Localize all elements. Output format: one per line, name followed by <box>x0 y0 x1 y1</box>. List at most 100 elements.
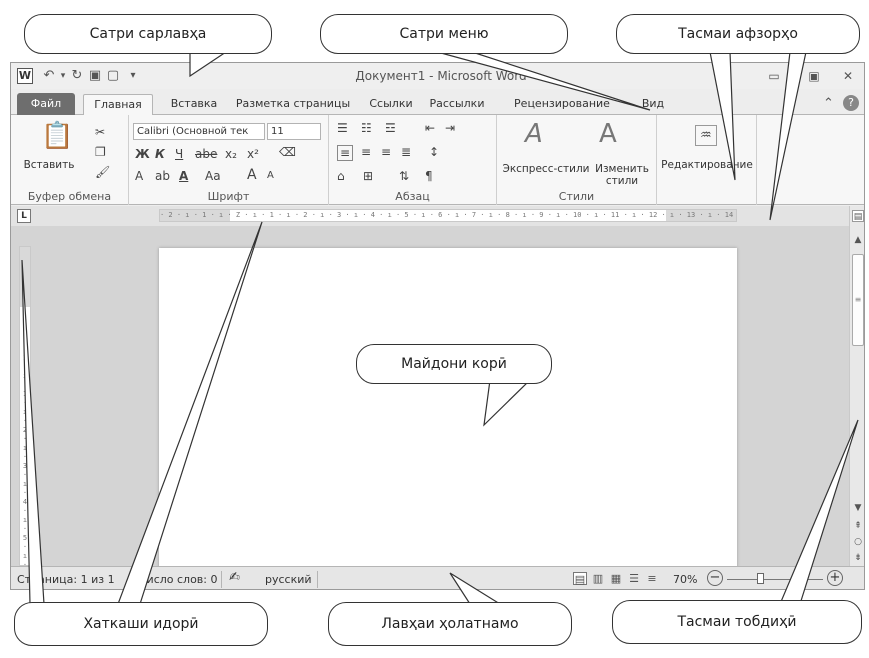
italic-button[interactable]: К <box>155 147 165 161</box>
justify-icon[interactable]: ≣ <box>401 145 411 159</box>
new-document-icon[interactable]: ▢ <box>105 68 121 84</box>
sort-icon[interactable]: ⇅ <box>399 169 409 183</box>
binoculars-icon[interactable]: ♒ <box>695 125 717 146</box>
zoom-slider[interactable] <box>727 579 823 580</box>
align-left-icon[interactable]: ≡ <box>337 145 354 161</box>
browse-object-icon[interactable]: ○ <box>852 536 864 548</box>
paste-button[interactable]: Вставить <box>21 159 77 171</box>
clear-formatting-icon[interactable]: ⌫ <box>279 145 296 159</box>
quick-styles-button[interactable]: Экспресс-стили <box>501 163 591 175</box>
tab-mailings[interactable]: Рассылки <box>425 94 489 116</box>
tab-view[interactable]: Вид <box>633 94 673 116</box>
font-group: Calibri (Основной тек 11 Ж К Ч abe x₂ x²… <box>129 115 329 205</box>
align-right-icon[interactable]: ≡ <box>381 145 391 159</box>
vertical-ruler[interactable]: ·2·ı·1·ı·1·ı·2·ı·3·ı·4·ı·5·ı·6·ı·7·ı·8· <box>19 246 31 566</box>
ruler-toggle-icon[interactable]: ▤ <box>852 210 864 222</box>
scroll-thumb[interactable]: ≡ <box>852 254 864 346</box>
font-size-combo[interactable]: 11 <box>267 123 321 140</box>
borders-icon[interactable]: ⊞ <box>363 169 373 183</box>
tab-home[interactable]: Главная <box>83 94 153 116</box>
save-icon[interactable]: ▣ <box>87 68 103 84</box>
increase-indent-icon[interactable]: ⇥ <box>445 121 455 135</box>
callout-toolbars: Тасмаи афзорҳо <box>616 14 860 54</box>
vruler-marks: ·2·ı·1·ı·1·ı·2·ı·3·ı·4·ı·5·ı·6·ı·7·ı·8· <box>22 309 28 566</box>
previous-page-icon[interactable]: ⇞ <box>852 520 864 532</box>
zoom-in-button[interactable]: + <box>827 570 843 586</box>
ruler-marks: · 2 · ı · 1 · ı · Z · ı · 1 · ı · 2 · ı … <box>160 211 736 219</box>
window-title: Документ1 - Microsoft Word <box>355 69 527 83</box>
styles-group-label: Стили <box>558 190 595 203</box>
change-styles-button-line1[interactable]: Изменить <box>591 163 653 175</box>
tab-references[interactable]: Ссылки <box>363 94 419 116</box>
line-spacing-icon[interactable]: ↕ <box>429 145 439 159</box>
font-color-icon[interactable]: A <box>179 169 188 183</box>
change-case-button[interactable]: Aa <box>205 169 221 183</box>
word-window: W ↶ ▾ ↻ ▣ ▢ ▾ Документ1 - Microsoft Word… <box>10 62 865 590</box>
show-formatting-button[interactable]: ¶ <box>425 169 433 183</box>
proofing-icon[interactable]: ✍ <box>229 570 240 585</box>
superscript-button[interactable]: x² <box>247 147 259 161</box>
document-workspace: ·2·ı·1·ı·1·ı·2·ı·3·ı·4·ı·5·ı·6·ı·7·ı·8· <box>11 226 849 566</box>
tab-review[interactable]: Рецензирование <box>503 94 621 116</box>
outline-icon[interactable]: ☰ <box>627 572 641 585</box>
print-layout-icon[interactable]: ▤ <box>573 572 587 586</box>
full-screen-reading-icon[interactable]: ▥ <box>591 572 605 585</box>
scroll-down-icon[interactable]: ▼ <box>852 502 864 514</box>
title-bar: W ↶ ▾ ↻ ▣ ▢ ▾ Документ1 - Microsoft Word… <box>11 63 864 89</box>
redo-icon[interactable]: ↻ <box>69 68 85 84</box>
text-effects-icon[interactable]: A <box>135 169 143 183</box>
word-count[interactable]: Число слов: 0 <box>139 573 218 586</box>
change-styles-icon[interactable]: A <box>599 119 617 149</box>
document-page[interactable] <box>159 248 737 566</box>
zoom-level[interactable]: 70% <box>673 573 697 586</box>
close-icon[interactable]: ✕ <box>837 67 859 85</box>
numbering-icon[interactable]: ☷ <box>361 121 372 135</box>
status-separator <box>133 571 134 588</box>
tab-selector[interactable]: L <box>17 209 31 223</box>
callout-scroll-bar: Тасмаи тобдиҳӣ <box>612 600 862 644</box>
decrease-indent-icon[interactable]: ⇤ <box>425 121 435 135</box>
horizontal-ruler[interactable]: · 2 · ı · 1 · ı · Z · ı · 1 · ı · 2 · ı … <box>159 209 737 222</box>
scroll-up-icon[interactable]: ▲ <box>852 234 864 246</box>
web-layout-icon[interactable]: ▦ <box>609 572 623 585</box>
quick-styles-icon[interactable]: A <box>525 119 543 149</box>
customize-toolbar-icon[interactable]: ▾ <box>125 68 141 84</box>
copy-icon[interactable]: ❐ <box>95 145 106 159</box>
align-center-icon[interactable]: ≡ <box>361 145 371 159</box>
bullets-icon[interactable]: ☰ <box>337 121 348 135</box>
help-icon[interactable]: ? <box>843 95 859 111</box>
cut-icon[interactable]: ✂ <box>95 125 105 139</box>
vertical-scrollbar[interactable]: ▤ ▲ ≡ ▼ ⇞ ○ ⇟ <box>849 206 864 566</box>
zoom-out-button[interactable]: − <box>707 570 723 586</box>
tab-file[interactable]: Файл <box>17 93 75 115</box>
page-indicator[interactable]: Страница: 1 из 1 <box>17 573 115 586</box>
annotated-screenshot: W ↶ ▾ ↻ ▣ ▢ ▾ Документ1 - Microsoft Word… <box>0 0 869 658</box>
change-styles-button-line2[interactable]: стили <box>591 175 653 187</box>
next-page-icon[interactable]: ⇟ <box>852 552 864 564</box>
status-separator <box>221 571 222 588</box>
editing-button[interactable]: Редактирование <box>657 159 757 171</box>
minimize-ribbon-icon[interactable]: ⌃ <box>823 96 834 111</box>
font-group-label: Шрифт <box>207 190 250 203</box>
draft-icon[interactable]: ≡ <box>645 572 659 585</box>
multilevel-list-icon[interactable]: ☲ <box>385 121 396 135</box>
bold-button[interactable]: Ж <box>135 147 150 161</box>
highlight-icon[interactable]: ab <box>155 169 170 183</box>
format-painter-icon[interactable]: 🖌 <box>95 165 110 179</box>
strikethrough-button[interactable]: abe <box>195 147 217 161</box>
restore-icon[interactable]: ▣ <box>803 67 825 85</box>
language-indicator[interactable]: русский <box>265 573 312 586</box>
subscript-button[interactable]: x₂ <box>225 147 237 161</box>
tab-insert[interactable]: Вставка <box>161 94 227 116</box>
shading-icon[interactable]: ⌂ <box>337 169 345 183</box>
tab-page-layout[interactable]: Разметка страницы <box>233 94 353 116</box>
status-bar: Страница: 1 из 1 Число слов: 0 ✍ русский… <box>11 566 864 589</box>
zoom-slider-knob[interactable] <box>757 573 764 584</box>
grow-font-button[interactable]: A <box>247 167 257 183</box>
underline-button[interactable]: Ч <box>175 147 183 161</box>
shrink-font-button[interactable]: A <box>267 170 274 181</box>
styles-group: A A Экспресс-стили Изменить стили Стили <box>497 115 657 205</box>
minimize-icon[interactable]: ▭ <box>763 67 785 85</box>
paste-icon[interactable]: 📋 <box>41 121 73 151</box>
font-name-combo[interactable]: Calibri (Основной тек <box>133 123 265 140</box>
